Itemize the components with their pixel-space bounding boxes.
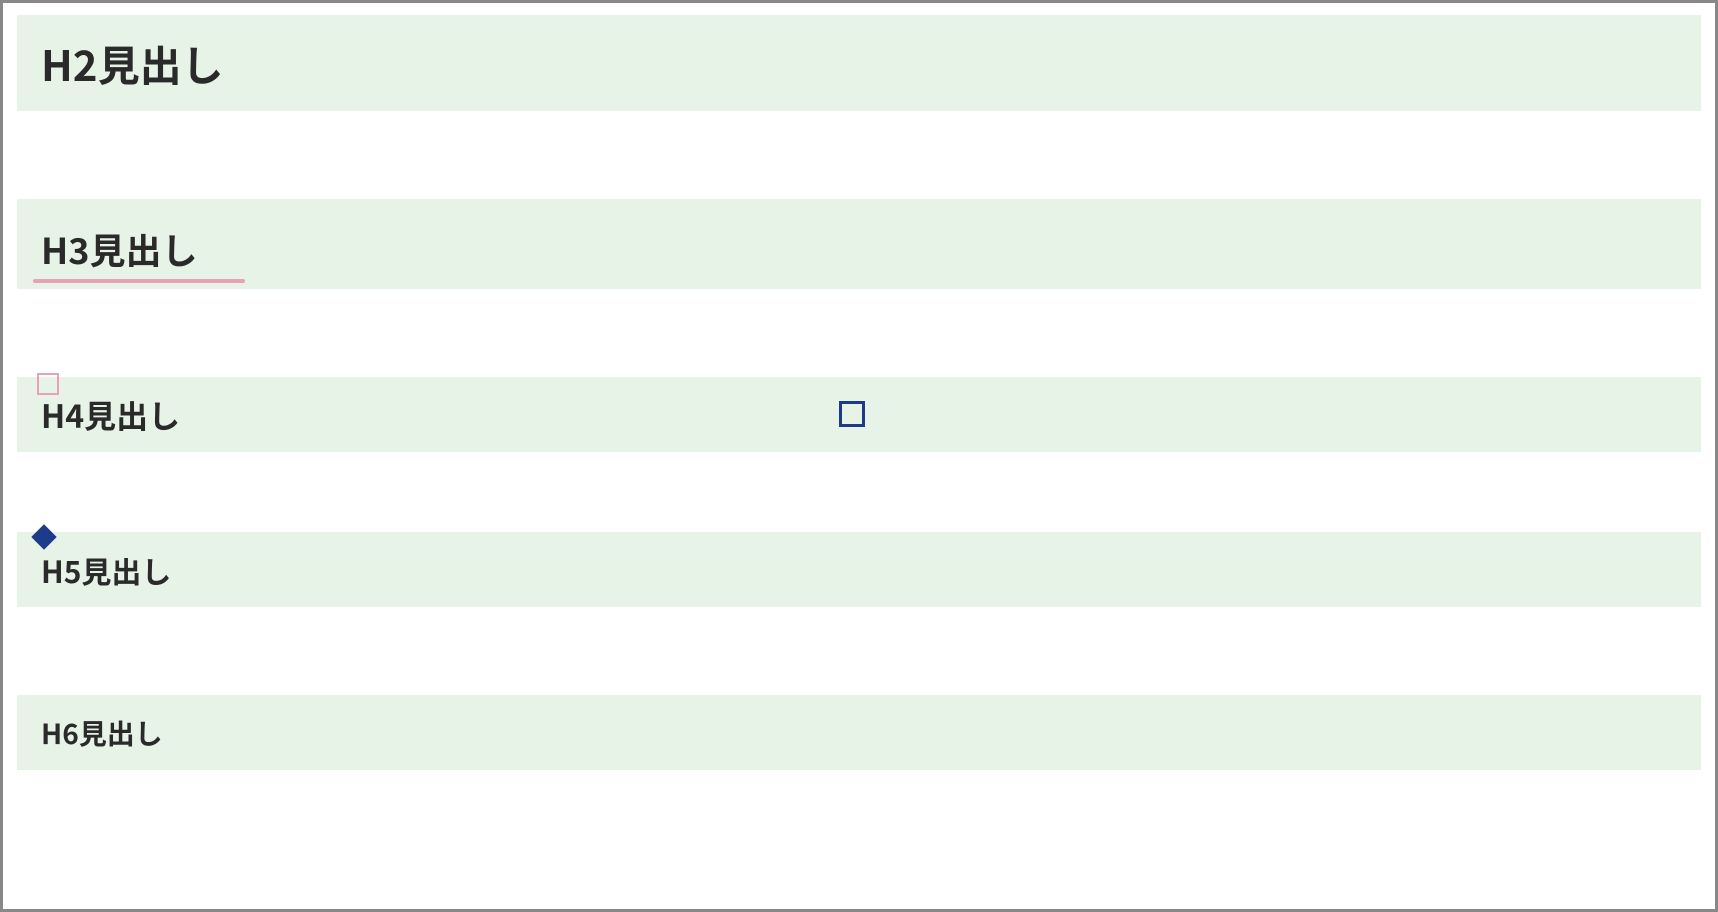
spacer — [17, 289, 1701, 377]
blue-square-icon — [839, 401, 865, 427]
spacer — [17, 452, 1701, 532]
h2-heading-block: H2見出し — [17, 15, 1701, 111]
h4-heading-block: H4見出し — [17, 377, 1701, 452]
h6-heading-block: H6見出し — [17, 695, 1701, 770]
h3-underline-accent — [33, 279, 245, 283]
pink-square-icon — [37, 373, 59, 395]
h5-heading-text: H5見出し — [41, 548, 171, 592]
h4-heading-text: H4見出し — [41, 392, 180, 438]
h3-heading-block: H3見出し — [17, 199, 1701, 289]
spacer — [17, 607, 1701, 695]
h5-heading-block: H5見出し — [17, 532, 1701, 607]
h6-heading-text: H6見出し — [41, 713, 163, 753]
spacer — [17, 111, 1701, 199]
document-frame: H2見出し H3見出し H4見出し H5見出し H6見出し — [0, 0, 1718, 912]
h3-heading-text: H3見出し — [41, 223, 198, 275]
h2-heading-text: H2見出し — [41, 33, 224, 94]
